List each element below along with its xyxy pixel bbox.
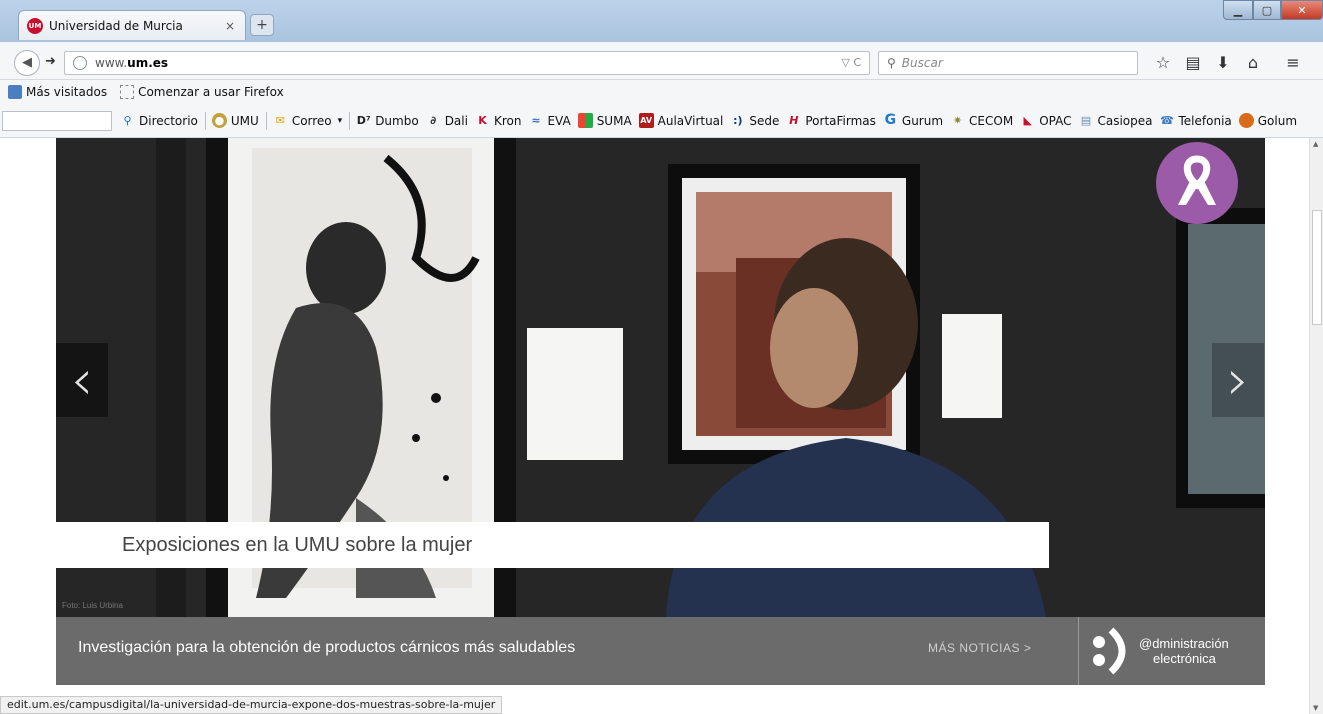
awareness-ribbon-icon[interactable] [1156, 142, 1238, 224]
scroll-up-icon[interactable]: ▲ [1313, 140, 1318, 148]
home-icon[interactable]: ⌂ [1238, 52, 1268, 74]
vertical-scrollbar[interactable]: ▲ ▼ [1309, 138, 1323, 714]
bookmark-mas-visitados[interactable]: Más visitados [8, 85, 107, 99]
bookmark-golum[interactable]: Golum [1238, 113, 1297, 128]
sede-icon: :) [733, 114, 743, 127]
navigation-bar: ◀ ➜ www.um.es ▽ C ⚲ Buscar ☆ ▤ ⬇ ⌂ ≡ [0, 42, 1323, 80]
globe-icon [73, 56, 87, 70]
ribbon-icon [1178, 155, 1216, 205]
bookmark-dali[interactable]: ∂ Dali [426, 113, 468, 128]
title-bar: UM Universidad de Murcia × + ▁ ▢ ✕ [0, 0, 1323, 42]
bookmark-suma[interactable]: SUMA [577, 113, 632, 128]
dali-icon: ∂ [430, 114, 437, 127]
close-window-button[interactable]: ✕ [1281, 0, 1323, 20]
separator [204, 111, 206, 130]
ae-line1: @dministración [1139, 636, 1229, 651]
page-icon [120, 85, 135, 99]
bookmarks-row-2: ⚲ Directorio ● UMU ✉ Correo ▾ D⁷ Dumbo ∂ Dali … [0, 104, 1323, 138]
search-icon: ⚲ [123, 114, 132, 127]
status-bar: edit.um.es/campusdigital/la-universidad-… [0, 696, 503, 714]
casiopea-icon: ▤ [1080, 114, 1092, 127]
bookmark-comenzar-firefox[interactable]: Comenzar a usar Firefox [120, 85, 284, 99]
tab-close-icon[interactable]: × [223, 19, 237, 33]
umu-icon: ● [211, 113, 227, 128]
search-placeholder: Buscar [901, 56, 943, 70]
mail-icon: ✉ [275, 114, 285, 127]
opac-icon: ◣ [1023, 114, 1032, 127]
cecom-icon: ✷ [952, 114, 963, 127]
forward-button[interactable]: ➜ [45, 54, 56, 69]
ae-line2: electrónica [1153, 651, 1216, 666]
administracion-electronica-link[interactable]: @dministración electrónica [1078, 617, 1265, 685]
bookmark-directorio[interactable]: ⚲ Directorio [120, 113, 197, 128]
star-icon[interactable]: ☆ [1148, 52, 1178, 74]
telefonia-icon: ☎ [1160, 114, 1174, 127]
sede-logo-icon [1093, 627, 1126, 675]
scroll-thumb[interactable] [1312, 210, 1322, 325]
bookmark-dumbo[interactable]: D⁷ Dumbo [356, 113, 419, 128]
ae-text: @dministración electrónica [1139, 636, 1229, 666]
reload-icon[interactable]: ▽ C [841, 56, 861, 69]
slide-caption-text[interactable]: Exposiciones en la UMU sobre la mujer [122, 534, 472, 557]
bookmark-casiopea[interactable]: ▤ Casiopea [1078, 113, 1153, 128]
aulavirtual-icon: AV [638, 113, 654, 128]
bookmark-kron[interactable]: K Kron [475, 113, 521, 128]
search-bar[interactable]: ⚲ Buscar [878, 51, 1138, 75]
bookmark-correo[interactable]: ✉ Correo ▾ [273, 113, 342, 128]
dumbo-icon: D⁷ [356, 114, 371, 127]
bookmark-opac[interactable]: ◣ OPAC [1020, 113, 1071, 128]
bookmark-search-input[interactable] [2, 110, 112, 131]
bookmark-portafirmas[interactable]: H PortaFirmas [786, 113, 876, 128]
maximize-button[interactable]: ▢ [1253, 0, 1281, 20]
bookmark-cecom[interactable]: ✷ CECOM [950, 113, 1013, 128]
toolbar-icons: ☆ ▤ ⬇ ⌂ ≡ [1148, 52, 1308, 74]
url-bar[interactable]: www.um.es ▽ C [64, 51, 870, 75]
news-headline-link[interactable]: Investigación para la obtención de produ… [78, 639, 575, 657]
reading-list-icon[interactable]: ▤ [1178, 52, 1208, 74]
back-button[interactable]: ◀ [14, 50, 40, 76]
prev-slide-button[interactable]: ‹ [56, 343, 108, 417]
more-news-link[interactable]: MÁS NOTICIAS > [928, 641, 1031, 655]
gurum-icon: G [884, 112, 897, 128]
next-slide-button[interactable]: › [1212, 343, 1264, 417]
bookmark-sede[interactable]: :) Sede [730, 113, 779, 128]
um-favicon-icon: UM [27, 17, 43, 34]
menu-icon[interactable]: ≡ [1278, 52, 1308, 74]
kron-icon: K [478, 114, 487, 127]
download-icon[interactable]: ⬇ [1208, 52, 1238, 74]
page-content: ‹ › Exposiciones en la UMU sobre la muje… [0, 138, 1309, 714]
bookmark-gurum[interactable]: G Gurum [883, 113, 943, 128]
portafirmas-icon: H [789, 114, 799, 127]
hero-slider[interactable]: ‹ › Exposiciones en la UMU sobre la muje… [56, 138, 1265, 617]
bookmark-aulavirtual[interactable]: AV AulaVirtual [638, 113, 723, 128]
bookmark-umu[interactable]: ● UMU [211, 113, 259, 128]
photo-credit: Foto: Luis Urbina [62, 601, 123, 610]
bookmarks-row-1: Más visitados Comenzar a usar Firefox [0, 80, 1323, 104]
bookmark-icon [8, 85, 22, 99]
scroll-down-icon[interactable]: ▼ [1313, 704, 1318, 712]
tab-universidad-de-murcia[interactable]: UM Universidad de Murcia × [18, 10, 246, 40]
search-icon: ⚲ [887, 56, 896, 70]
slide-caption[interactable]: Exposiciones en la UMU sobre la mujer [56, 522, 1049, 568]
new-tab-button[interactable]: + [250, 14, 274, 36]
eva-icon: ≈ [531, 114, 541, 127]
bookmark-eva[interactable]: ≈ EVA [528, 113, 570, 128]
separator [349, 111, 351, 130]
news-ticker: Investigación para la obtención de produ… [56, 617, 1265, 685]
separator [265, 111, 267, 130]
chevron-down-icon[interactable]: ▾ [338, 116, 343, 126]
bookmark-telefonia[interactable]: ☎ Telefonia [1160, 113, 1232, 128]
golum-icon [1238, 113, 1254, 128]
suma-icon [577, 113, 593, 128]
tab-title: Universidad de Murcia [49, 18, 183, 33]
url-text: www.um.es [95, 56, 169, 70]
minimize-button[interactable]: ▁ [1223, 0, 1253, 20]
